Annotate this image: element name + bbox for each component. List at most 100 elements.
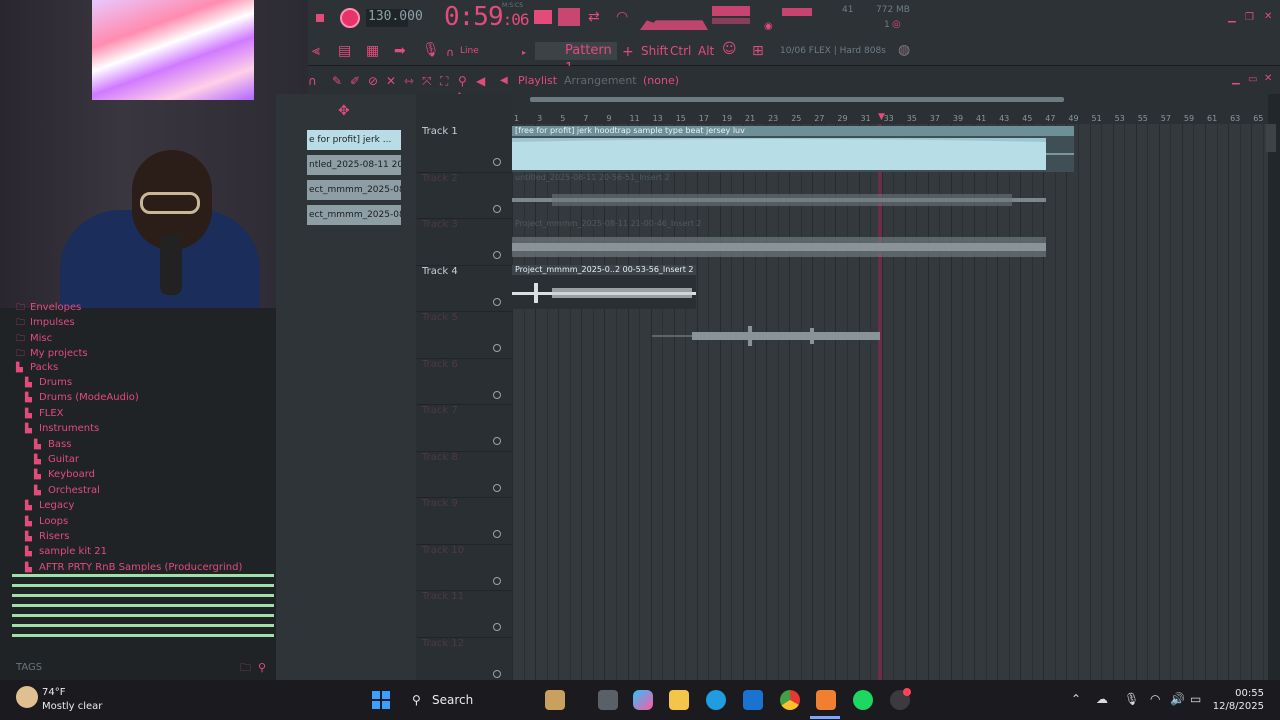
browser-item[interactable]: ▙ Legacy — [25, 500, 74, 511]
track-label[interactable]: Track 10 — [422, 545, 464, 556]
browser-item[interactable]: ▙ Risers — [25, 531, 69, 542]
playlist-maximize-icon[interactable]: ▭ — [1248, 74, 1257, 85]
picker-clip[interactable]: ect_mmmm_2025-08... — [307, 180, 401, 200]
close-icon[interactable]: ✕ — [1264, 11, 1272, 22]
audio-clip[interactable]: [free for profit] jerk hoodtrap sample t… — [512, 126, 1074, 172]
browser-item[interactable]: ▙ Loops — [25, 516, 68, 527]
shift-key[interactable]: Shift — [641, 44, 668, 58]
browser-item[interactable]: ▙ Orchestral — [34, 485, 100, 496]
browser-item[interactable]: 🗀 My projects — [16, 346, 88, 362]
browser-item[interactable]: ▙ sample kit 21 — [25, 546, 107, 557]
track-label[interactable]: Track 9 — [422, 498, 458, 509]
volume-icon[interactable]: 🔊 — [1170, 692, 1185, 706]
chrome-icon[interactable] — [780, 690, 800, 710]
track-label[interactable]: Track 5 — [422, 312, 458, 323]
microphone-tray-icon[interactable]: 🎙 — [1124, 692, 1139, 706]
playhead-marker-icon[interactable]: ▼ — [878, 110, 885, 124]
edge-icon[interactable] — [706, 690, 726, 710]
mixer-icon[interactable]: ⫷ — [312, 44, 320, 58]
track-label[interactable]: Track 4 — [422, 266, 458, 277]
browser-item[interactable]: ▙ AFTR PRTY RnB Samples (Producergrind) — [25, 562, 242, 573]
track-mute-button[interactable] — [493, 344, 501, 352]
ctrl-key[interactable]: Ctrl — [670, 44, 691, 58]
playlist-icon[interactable]: ▤ — [338, 44, 351, 58]
weather-desc[interactable]: Mostly clear — [42, 701, 102, 712]
taskbar-search[interactable]: ⚲ Search — [404, 688, 528, 712]
clock-time[interactable]: 00:55 — [1224, 688, 1264, 699]
draw-tool-icon[interactable]: ✎ — [332, 74, 342, 88]
picker-move-icon[interactable]: ✥ — [338, 104, 350, 118]
playback-tool-icon[interactable]: ◀ — [476, 74, 485, 88]
track-label[interactable]: Track 3 — [422, 219, 458, 230]
minimize-icon[interactable]: ▁ — [1228, 12, 1236, 23]
maximize-icon[interactable]: ❐ — [1245, 12, 1254, 23]
track-mute-button[interactable] — [493, 669, 501, 678]
copilot-icon[interactable] — [633, 690, 653, 710]
paint-tool-icon[interactable]: ✐ — [350, 74, 360, 88]
magnet-icon[interactable]: ∩ — [446, 46, 454, 60]
browser-item[interactable]: 🗀 Impulses — [16, 315, 75, 331]
select-tool-icon[interactable]: ⛶ — [440, 74, 448, 88]
track-mute-button[interactable] — [493, 530, 501, 538]
track-label[interactable]: Track 1 — [422, 126, 458, 137]
browser-item[interactable]: ▙ Drums (ModeAudio) — [25, 392, 139, 403]
playlist-minimize-icon[interactable]: ▁ — [1232, 74, 1240, 85]
playlist-close-icon[interactable]: ✕ — [1264, 73, 1272, 84]
picker-clip[interactable]: ntled_2025-08-11 20-... — [307, 155, 401, 175]
slice-tool-icon[interactable]: ⤧ — [422, 74, 432, 88]
folder-icon[interactable]: 🗀 — [240, 661, 251, 675]
browser-item[interactable]: 🗀 Envelopes — [16, 300, 81, 316]
track-mute-button[interactable] — [493, 297, 501, 306]
track-mute-button[interactable] — [493, 623, 501, 631]
stop-icon[interactable] — [316, 14, 324, 22]
track-mute-button[interactable] — [493, 390, 501, 399]
tempo-tapper-icon[interactable]: ☺ — [722, 42, 737, 56]
mute-tool-icon[interactable]: ✕ — [386, 74, 396, 88]
track-label[interactable]: Track 2 — [422, 173, 458, 184]
browser-item[interactable]: ▙ Drums — [25, 377, 72, 388]
horizontal-scrollbar[interactable] — [530, 97, 1064, 102]
browser-item[interactable]: ▙ Packs — [16, 362, 58, 373]
track-mute-button[interactable] — [493, 251, 501, 259]
weather-icon[interactable] — [16, 686, 38, 708]
track-label[interactable]: Track 8 — [422, 452, 458, 463]
pattern-selector[interactable]: Pattern 1 — [535, 42, 617, 76]
zoom-tool-icon[interactable]: ⚲ — [458, 74, 467, 88]
metronome-icon[interactable]: ◠ — [616, 10, 628, 24]
track-mute-button[interactable] — [493, 437, 501, 445]
add-pattern-icon[interactable]: + — [622, 45, 634, 59]
arrangement-label[interactable]: Arrangement — [564, 74, 637, 87]
typing-keyboard-icon[interactable] — [534, 10, 552, 24]
wifi-icon[interactable]: ◠ — [1150, 692, 1160, 706]
record-button[interactable] — [340, 8, 360, 28]
audio-clip[interactable]: Project_mmmm_2025-0..2 00-53-56_Insert 2 — [512, 265, 696, 309]
browser-item[interactable]: ▙ FLEX — [25, 408, 64, 419]
spotify-icon[interactable] — [853, 690, 873, 710]
browser-item[interactable]: 🗀 Misc — [16, 331, 52, 347]
windows-start-icon[interactable] — [372, 691, 390, 709]
audio-clip[interactable]: Project_mmmm_2025-08-11 21-00-46_Insert … — [512, 219, 1048, 263]
weather-temp[interactable]: 74°F — [42, 687, 65, 698]
battery-icon[interactable]: ▭ — [1190, 692, 1201, 706]
channel-rack-icon[interactable]: ▦ — [366, 44, 379, 58]
chevron-right-icon[interactable]: ▸ — [522, 46, 526, 60]
task-view-icon[interactable] — [598, 690, 618, 710]
selection-label[interactable]: (none) — [643, 74, 679, 87]
tuner-icon[interactable]: ◉ — [764, 20, 773, 34]
track-label[interactable]: Track 11 — [422, 591, 464, 602]
browser-item[interactable]: ▙ Bass — [34, 439, 71, 450]
shop-icon[interactable]: ⊞ — [752, 44, 764, 58]
clock-date[interactable]: 12/8/2025 — [1212, 701, 1264, 712]
browser-item[interactable]: ▙ Guitar — [34, 454, 79, 465]
globe-icon[interactable]: ◍ — [898, 43, 910, 57]
track-mute-button[interactable] — [493, 576, 501, 585]
audio-clip[interactable]: untitled_2025-08-11 20-56-51_Insert 2 — [512, 173, 1048, 215]
alt-key[interactable]: Alt — [698, 44, 714, 58]
outlook-icon[interactable] — [743, 690, 763, 710]
magnet-snap-icon[interactable]: ∩ — [308, 74, 317, 88]
browser-item[interactable]: ▙ Instruments — [25, 423, 99, 434]
browser-item[interactable]: ▙ Keyboard — [34, 469, 95, 480]
track-mute-button[interactable] — [493, 204, 501, 213]
picker-clip[interactable]: e for profit] jerk ... — [307, 130, 401, 150]
vertical-scrollbar[interactable] — [1266, 124, 1276, 152]
